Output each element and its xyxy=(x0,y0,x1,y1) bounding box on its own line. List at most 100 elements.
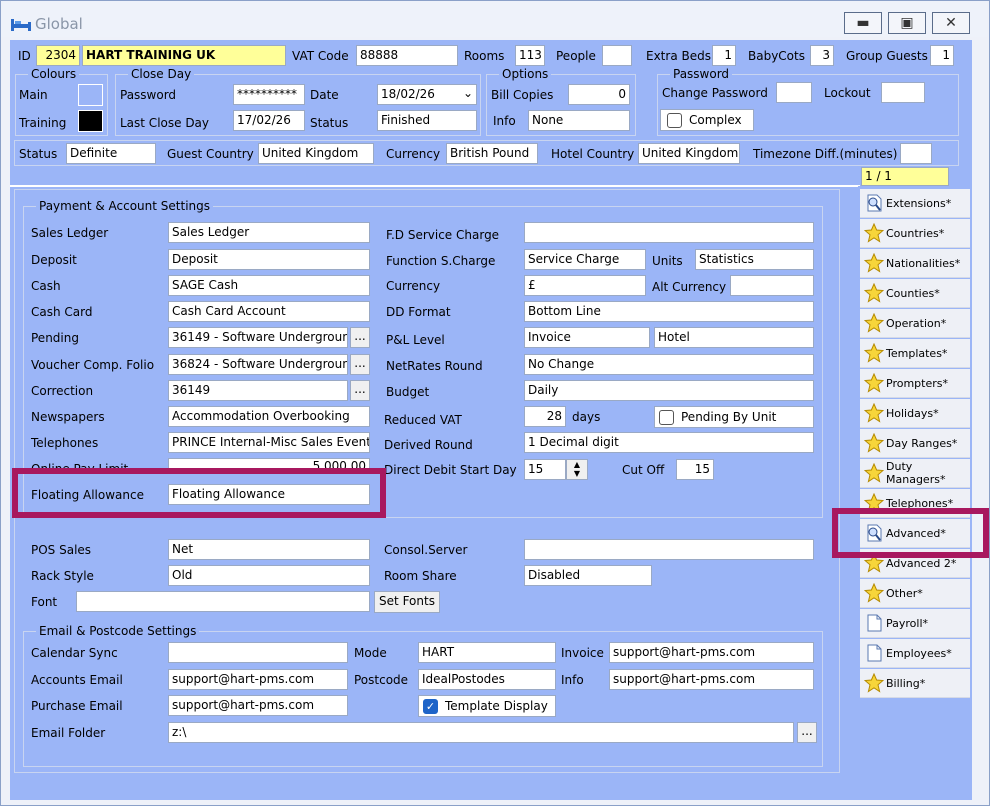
minimize-button[interactable]: ▬ xyxy=(844,12,882,34)
function-charge-field[interactable]: Service Charge xyxy=(524,249,646,270)
vat-label: VAT Code xyxy=(292,49,349,63)
sidebar-item-day-ranges[interactable]: Day Ranges* xyxy=(860,429,970,458)
training-colour-swatch[interactable] xyxy=(78,110,103,132)
correction-browse-button[interactable]: ... xyxy=(350,380,370,401)
telephones-field[interactable]: PRINCE Internal-Misc Sales Events xyxy=(168,432,370,453)
deposit-field[interactable]: Deposit xyxy=(168,249,370,270)
template-display-checkbox[interactable]: ✓ xyxy=(423,699,438,714)
id-field[interactable]: 2304 xyxy=(36,45,80,66)
room-share-field[interactable]: Disabled xyxy=(524,565,652,586)
pending-browse-button[interactable]: ... xyxy=(350,327,370,348)
change-password-field[interactable] xyxy=(776,82,812,103)
derived-round-field[interactable]: 1 Decimal digit xyxy=(524,432,814,453)
sidebar-item-label: Employees* xyxy=(886,646,952,660)
chevron-down-icon[interactable]: ⌄ xyxy=(463,86,473,100)
bill-copies-field[interactable]: 0 xyxy=(568,84,630,105)
guest-country-field[interactable]: United Kingdom xyxy=(258,143,374,164)
cash-card-field[interactable]: Cash Card Account xyxy=(168,301,370,322)
font-field[interactable] xyxy=(76,591,370,612)
rooms-field[interactable]: 113 xyxy=(515,45,545,66)
group-guests-label: Group Guests xyxy=(846,49,928,63)
sidebar-item-counties[interactable]: Counties* xyxy=(860,279,970,308)
sidebar-item-prompters[interactable]: Prompters* xyxy=(860,369,970,398)
status-field[interactable]: Definite xyxy=(66,143,156,164)
dd-start-spinner[interactable]: ▲ ▼ xyxy=(566,459,588,480)
close-status-field[interactable]: Finished xyxy=(377,110,477,131)
fd-service-field[interactable] xyxy=(524,222,814,243)
sidebar-item-operation[interactable]: Operation* xyxy=(860,309,970,338)
email-folder-field[interactable]: z:\ xyxy=(168,722,794,743)
set-fonts-button[interactable]: Set Fonts xyxy=(374,591,440,613)
template-display-row[interactable]: ✓ Template Display xyxy=(418,695,556,717)
budget-field[interactable]: Daily xyxy=(524,380,814,401)
cutoff-field[interactable]: 15 xyxy=(676,459,714,480)
pending-by-unit-row[interactable]: Pending By Unit xyxy=(654,406,814,428)
sidebar-item-holidays[interactable]: Holidays* xyxy=(860,399,970,428)
currency-field[interactable]: £ xyxy=(524,275,646,296)
change-password-label: Change Password xyxy=(662,86,768,100)
options-info-field[interactable]: None xyxy=(528,110,630,131)
group-guests-field[interactable]: 1 xyxy=(930,45,954,66)
lockout-field[interactable] xyxy=(881,82,925,103)
dd-start-field[interactable]: 15 xyxy=(524,459,566,480)
pending-by-unit-checkbox[interactable] xyxy=(659,410,674,425)
postcode-field[interactable]: IdealPostodes xyxy=(418,669,556,690)
correction-field[interactable]: 36149 xyxy=(168,380,348,401)
timezone-field[interactable] xyxy=(900,143,932,164)
dd-format-field[interactable]: Bottom Line xyxy=(524,301,814,322)
reduced-vat-field[interactable]: 28 xyxy=(524,406,566,427)
units-field[interactable]: Statistics xyxy=(695,249,814,270)
sidebar-item-employees[interactable]: Employees* xyxy=(860,639,970,668)
close-date-field[interactable]: 18/02/26 ⌄ xyxy=(377,84,477,105)
sidebar-item-label: Nationalities* xyxy=(886,256,961,270)
pending-field[interactable]: 36149 - Software Underground xyxy=(168,327,348,348)
sales-ledger-field[interactable]: Sales Ledger xyxy=(168,222,370,243)
spin-down-icon[interactable]: ▼ xyxy=(574,469,580,478)
calendar-sync-field[interactable] xyxy=(168,642,348,663)
alt-currency-label: Alt Currency xyxy=(652,280,727,294)
last-close-field[interactable]: 17/02/26 xyxy=(233,110,305,131)
email-folder-browse-button[interactable]: ... xyxy=(797,722,817,743)
people-field[interactable] xyxy=(602,45,632,66)
sidebar-item-other[interactable]: Other* xyxy=(860,579,970,608)
close-password-field[interactable]: ********** xyxy=(233,84,305,105)
sidebar-item-billing[interactable]: Billing* xyxy=(860,669,970,698)
netrates-field[interactable]: No Change xyxy=(524,354,814,375)
consol-server-field[interactable] xyxy=(524,539,814,560)
babycots-field[interactable]: 3 xyxy=(810,45,834,66)
newspapers-field[interactable]: Accommodation Overbooking xyxy=(168,406,370,427)
vat-field[interactable]: 88888 xyxy=(356,45,458,66)
purchase-email-field[interactable]: support@hart-pms.com xyxy=(168,695,348,716)
invoice-email-field[interactable]: support@hart-pms.com xyxy=(609,642,814,663)
extra-beds-field[interactable]: 1 xyxy=(712,45,736,66)
main-colour-swatch[interactable] xyxy=(78,84,103,106)
spin-up-icon[interactable]: ▲ xyxy=(574,460,580,469)
pl-level-field[interactable]: Invoice xyxy=(524,327,650,348)
hotel-name-field[interactable]: HART TRAINING UK xyxy=(82,45,286,66)
sidebar-item-templates[interactable]: Templates* xyxy=(860,339,970,368)
sidebar-item-nationalities[interactable]: Nationalities* xyxy=(860,249,970,278)
rack-style-field[interactable]: Old xyxy=(168,565,370,586)
info-email-field[interactable]: support@hart-pms.com xyxy=(609,669,814,690)
mode-field[interactable]: HART xyxy=(418,642,556,663)
maximize-button[interactable]: ▣ xyxy=(888,12,926,34)
voucher-browse-button[interactable]: ... xyxy=(350,354,370,375)
sidebar-item-extensions[interactable]: Extensions* xyxy=(860,189,970,218)
close-date-value: 18/02/26 xyxy=(381,87,435,101)
invoice-email-label: Invoice xyxy=(561,646,604,660)
cash-field[interactable]: SAGE Cash xyxy=(168,275,370,296)
sidebar-item-payroll[interactable]: Payroll* xyxy=(860,609,970,638)
pl-level-field-2[interactable]: Hotel xyxy=(654,327,814,348)
complex-checkbox-row[interactable]: Complex xyxy=(660,109,754,131)
currency-header-field[interactable]: British Pound xyxy=(446,143,538,164)
sidebar-item-duty-managers[interactable]: Duty Managers* xyxy=(860,459,970,488)
lockout-label: Lockout xyxy=(824,86,871,100)
hotel-country-field[interactable]: United Kingdom xyxy=(638,143,740,164)
close-button[interactable]: ✕ xyxy=(932,12,970,34)
accounts-email-field[interactable]: support@hart-pms.com xyxy=(168,669,348,690)
sidebar-item-countries[interactable]: Countries* xyxy=(860,219,970,248)
complex-checkbox[interactable] xyxy=(667,113,682,128)
voucher-field[interactable]: 36824 - Software Underground xyxy=(168,354,348,375)
pos-sales-field[interactable]: Net xyxy=(168,539,370,560)
alt-currency-field[interactable] xyxy=(730,275,814,296)
